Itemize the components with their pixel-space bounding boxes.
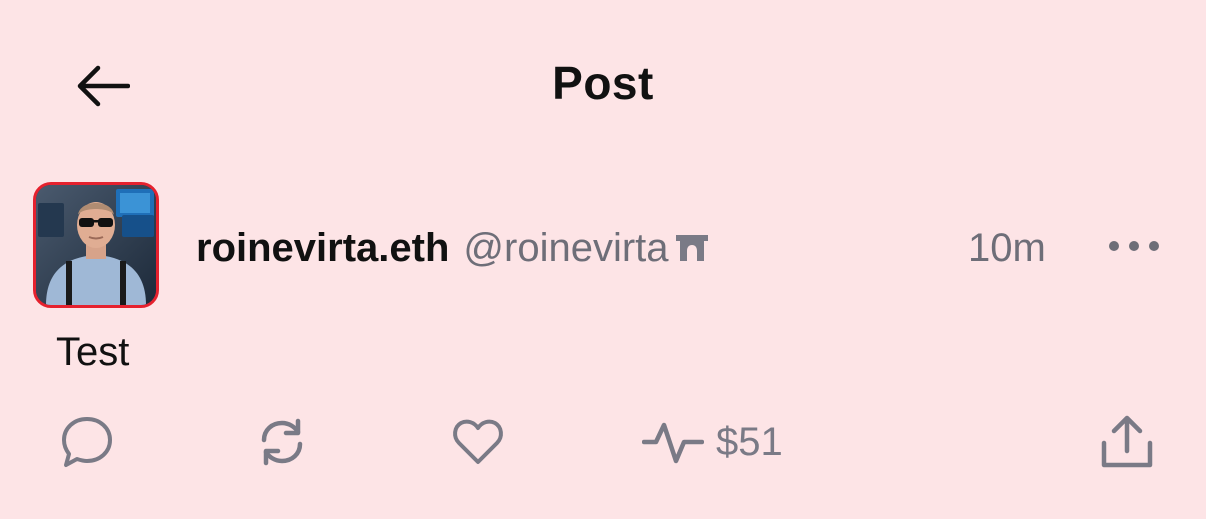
post-text: Test — [56, 330, 130, 374]
share-upload-icon — [1101, 415, 1153, 468]
ellipsis-icon — [1109, 241, 1159, 251]
reply-button[interactable] — [58, 412, 116, 472]
tips-button[interactable]: $51 — [642, 412, 783, 472]
arch-badge-icon — [675, 233, 709, 263]
comment-bubble-icon — [62, 417, 112, 467]
post-timestamp: 10m — [968, 225, 1046, 270]
page-title: Post — [552, 57, 654, 109]
author-line: roinevirta.eth @roinevirta — [196, 222, 709, 274]
more-options-button[interactable] — [1102, 226, 1166, 266]
back-button[interactable] — [70, 58, 134, 114]
tips-amount: $51 — [716, 419, 783, 464]
arrow-left-icon — [77, 65, 130, 107]
avatar[interactable] — [33, 182, 159, 308]
like-button[interactable] — [450, 412, 506, 472]
recast-arrows-icon — [261, 418, 303, 466]
share-button[interactable] — [1098, 412, 1156, 472]
author-display-name[interactable]: roinevirta.eth — [196, 226, 449, 271]
recast-button[interactable] — [252, 412, 312, 472]
author-handle[interactable]: @roinevirta — [463, 226, 668, 271]
avatar-photo — [36, 185, 156, 305]
heart-icon — [453, 419, 503, 464]
activity-pulse-icon — [642, 422, 704, 464]
